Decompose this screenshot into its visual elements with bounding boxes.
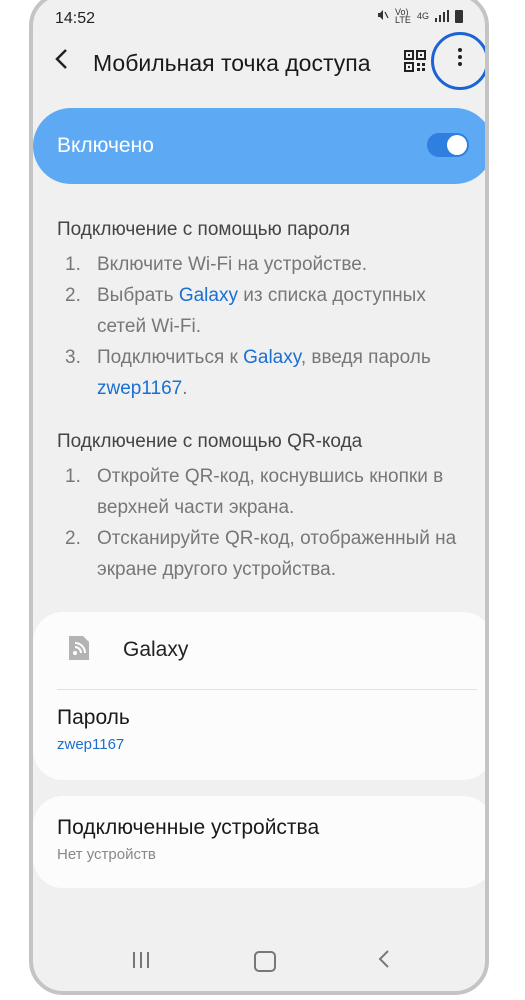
toggle-label: Включено bbox=[57, 134, 154, 157]
navigation-bar bbox=[33, 946, 485, 982]
network-card: Galaxy Пароль zwep1167 bbox=[33, 612, 485, 780]
more-vertical-icon bbox=[458, 48, 462, 69]
step-text: Отсканируйте QR-код, отображенный на экр… bbox=[97, 528, 457, 580]
network-name-link: Galaxy bbox=[243, 347, 301, 368]
step-number: 2. bbox=[65, 528, 81, 549]
step-number: 2. bbox=[65, 285, 81, 306]
instructions: Подключение с помощью пароля 1. Включите… bbox=[57, 214, 477, 585]
list-item: 2. Отсканируйте QR-код, отображенный на … bbox=[57, 523, 477, 585]
battery-icon bbox=[455, 9, 463, 23]
network-name: Galaxy bbox=[123, 638, 189, 661]
status-bar: 14:52 Vo) LTE 4G bbox=[33, 0, 485, 30]
password-row[interactable]: Пароль zwep1167 bbox=[57, 706, 130, 753]
hotspot-switch[interactable] bbox=[427, 133, 469, 157]
qr-code-icon bbox=[404, 50, 426, 72]
step-number: 1. bbox=[65, 466, 81, 487]
list-item: 2. Выбрать Galaxy из списка доступных се… bbox=[57, 280, 477, 342]
step-number: 3. bbox=[65, 347, 81, 368]
qr-heading: Подключение с помощью QR-кода bbox=[57, 431, 363, 452]
step-number: 1. bbox=[65, 254, 81, 275]
list-item: 1. Включите Wi-Fi на устройстве. bbox=[57, 249, 477, 280]
list-item: 1. Откройте QR-код, коснувшись кнопки в … bbox=[57, 461, 477, 523]
home-button[interactable] bbox=[254, 951, 276, 972]
status-time: 14:52 bbox=[55, 10, 96, 27]
qr-code-button[interactable] bbox=[404, 50, 426, 72]
connected-devices-title: Подключенные устройства bbox=[57, 816, 320, 839]
status-icons: Vo) LTE 4G bbox=[377, 7, 463, 25]
connected-devices-card[interactable]: Подключенные устройства Нет устройств bbox=[33, 796, 485, 888]
signal-icon bbox=[435, 10, 449, 22]
network-name-row[interactable]: Galaxy bbox=[33, 612, 485, 690]
chevron-left-icon bbox=[55, 49, 67, 69]
step-text: Выбрать Galaxy из списка доступных сетей… bbox=[97, 285, 426, 337]
network-name-link: Galaxy bbox=[178, 285, 238, 306]
mute-icon bbox=[377, 9, 389, 23]
list-item: 3. Подключиться к Galaxy, введя пароль z… bbox=[57, 342, 477, 404]
phone-frame: 14:52 Vo) LTE 4G Мобильная точка доступа bbox=[29, 0, 489, 995]
password-value: zwep1167 bbox=[57, 736, 125, 753]
connected-devices-subtitle: Нет устройств bbox=[57, 846, 156, 863]
volte-label: Vo) LTE bbox=[394, 7, 411, 25]
nav-back-button[interactable] bbox=[377, 948, 391, 975]
app-bar: Мобильная точка доступа bbox=[33, 32, 485, 92]
nav-back-icon bbox=[378, 950, 389, 968]
hotspot-toggle-row[interactable]: Включено bbox=[33, 108, 485, 184]
password-link: zwep1167 bbox=[97, 378, 183, 399]
step-text: Подключиться к Galaxy, введя пароль zwep… bbox=[97, 347, 431, 399]
switch-knob bbox=[447, 135, 467, 155]
hotspot-device-icon bbox=[67, 634, 91, 662]
password-label: Пароль bbox=[57, 706, 130, 729]
step-text: Откройте QR-код, коснувшись кнопки в вер… bbox=[97, 466, 444, 518]
step-text: Включите Wi-Fi на устройстве. bbox=[97, 254, 368, 275]
page-title: Мобильная точка доступа bbox=[93, 50, 371, 76]
connected-devices-row: Подключенные устройства Нет устройств bbox=[57, 816, 319, 863]
password-heading: Подключение с помощью пароля bbox=[57, 219, 351, 240]
network-type: 4G bbox=[416, 11, 429, 21]
back-button[interactable] bbox=[53, 46, 77, 76]
more-options-button[interactable] bbox=[431, 32, 485, 90]
divider bbox=[57, 689, 477, 690]
recent-apps-button[interactable] bbox=[133, 952, 154, 973]
